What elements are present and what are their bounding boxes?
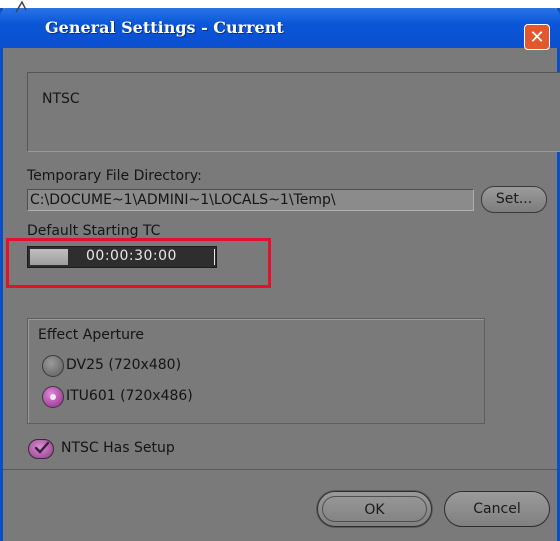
title-bar[interactable]: General Settings - Current ✕: [0, 8, 560, 50]
radio-selected-icon: [50, 394, 56, 400]
cursor-corner-icon: [15, 0, 27, 13]
preset-display: NTSC: [27, 72, 560, 152]
radio-itu601-label: ITU601 (720x486): [66, 388, 193, 404]
starting-tc-label: Default Starting TC: [27, 223, 161, 239]
highlight-annotation: [6, 238, 271, 288]
ok-button-label: OK: [322, 496, 427, 522]
cancel-button[interactable]: Cancel: [444, 491, 550, 527]
radio-itu601[interactable]: [42, 386, 64, 408]
check-icon: [34, 441, 50, 454]
ntsc-setup-label: NTSC Has Setup: [61, 440, 175, 456]
close-icon: ✕: [529, 27, 545, 48]
window-title: General Settings - Current: [45, 18, 284, 37]
radio-dv25[interactable]: [42, 355, 64, 377]
temp-dir-field[interactable]: C:\DOCUME~1\ADMINI~1\LOCALS~1\Temp\: [27, 189, 474, 211]
ntsc-setup-checkbox[interactable]: [28, 439, 54, 459]
effect-aperture-label: Effect Aperture: [38, 327, 144, 343]
ok-button[interactable]: OK: [317, 491, 432, 527]
temp-dir-label: Temporary File Directory:: [27, 168, 202, 184]
close-button[interactable]: ✕: [524, 24, 550, 50]
preset-value: NTSC: [42, 91, 80, 107]
set-dir-button[interactable]: Set...: [481, 186, 547, 213]
radio-dv25-label: DV25 (720x480): [66, 357, 182, 373]
button-separator: [3, 469, 557, 470]
